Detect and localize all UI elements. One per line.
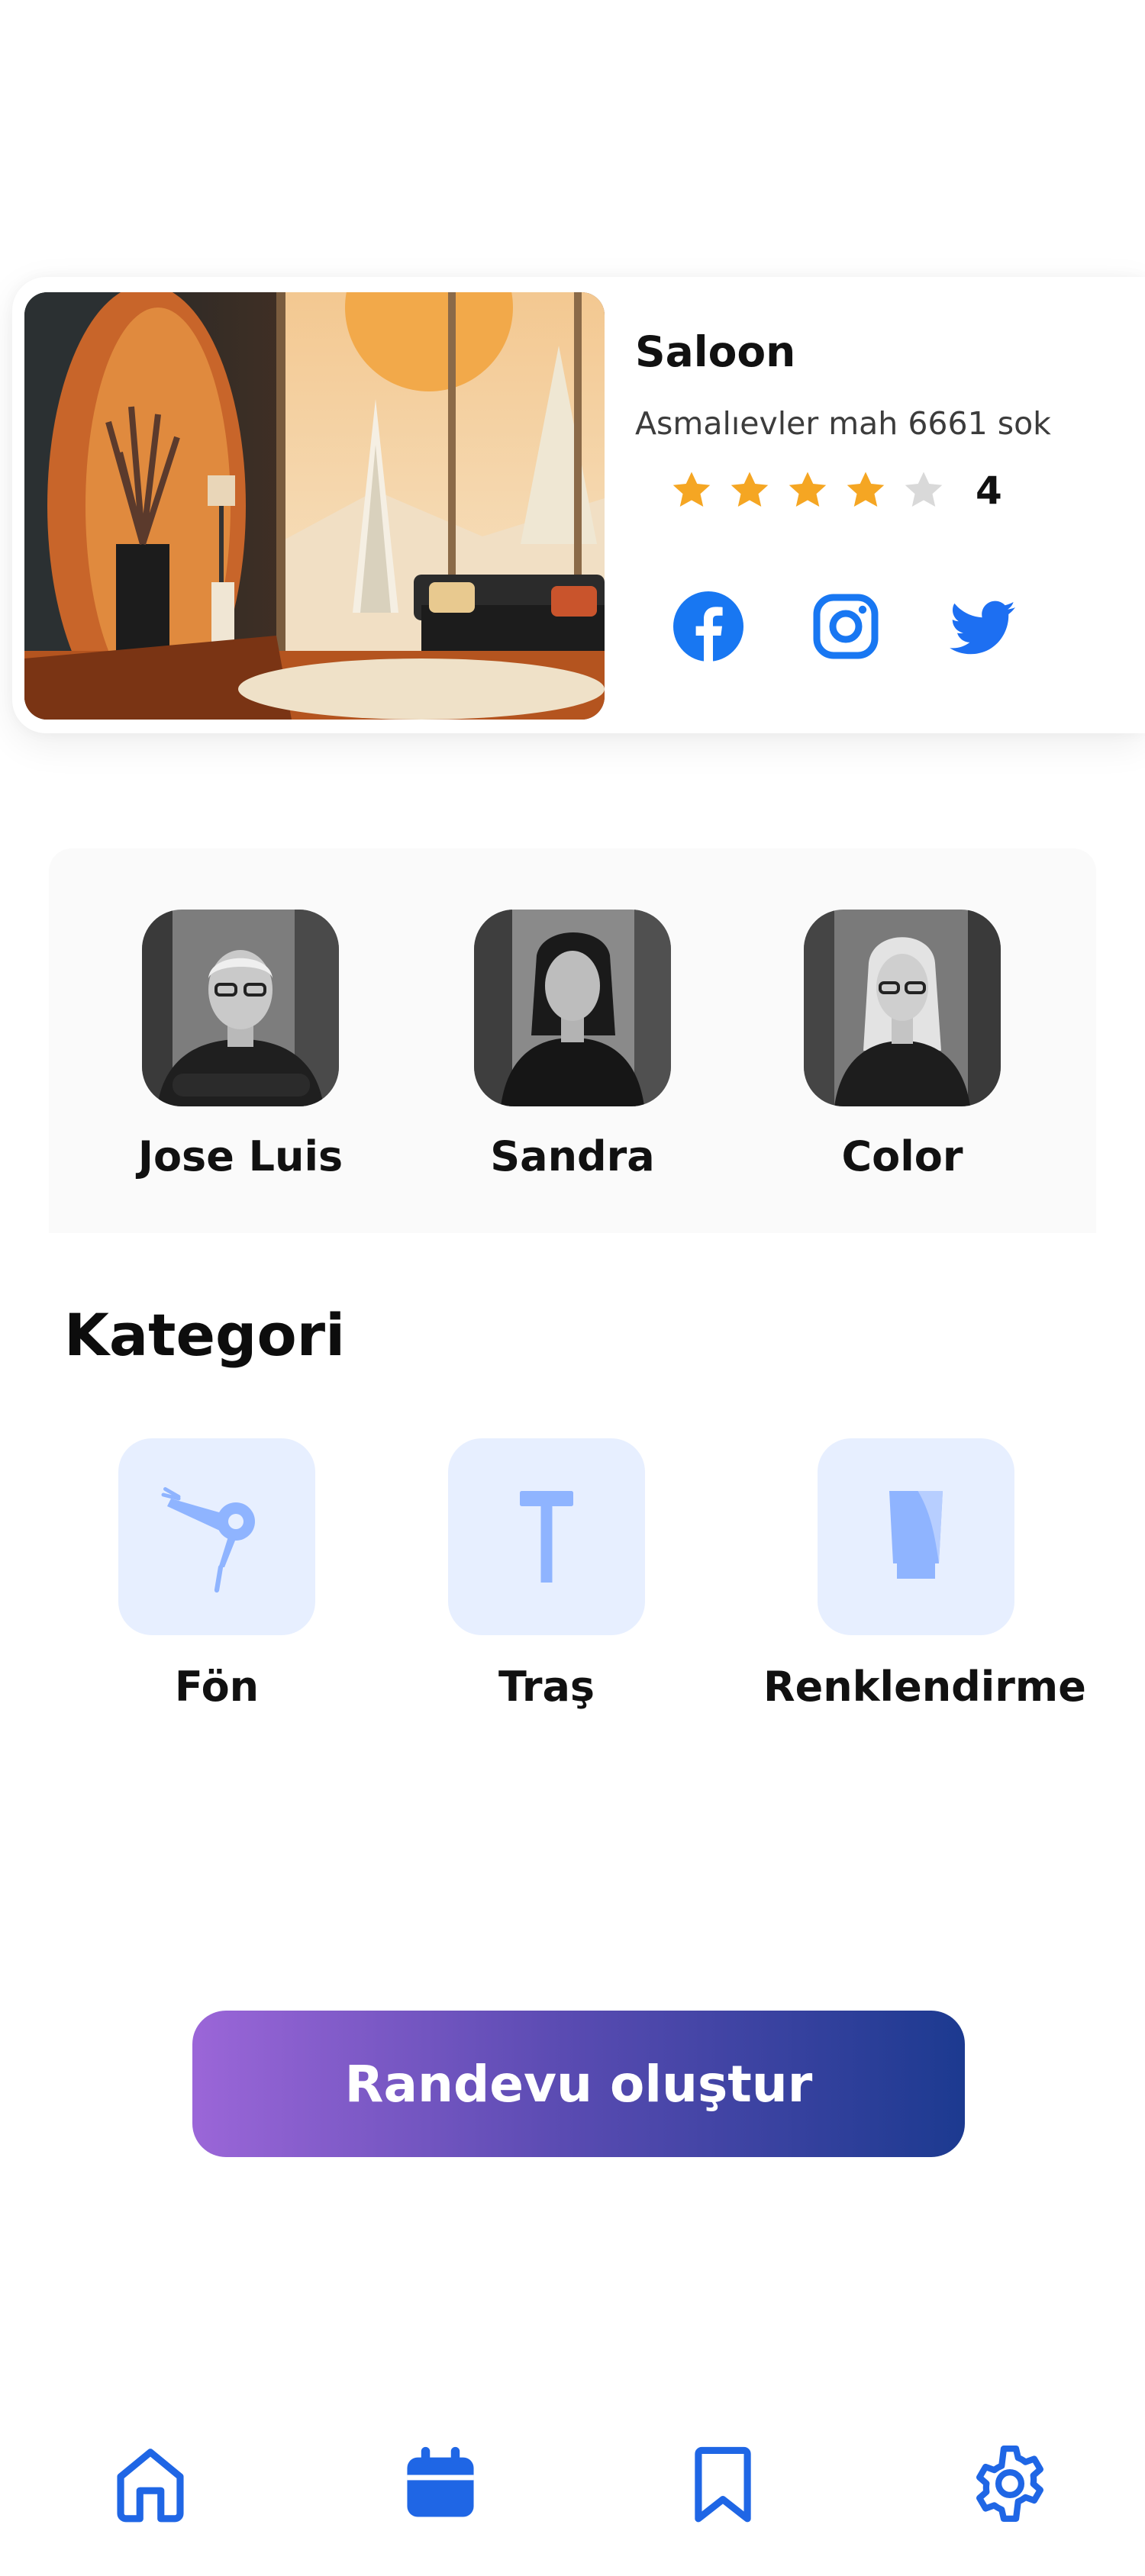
facebook-icon[interactable] — [672, 590, 745, 663]
category-renklendirme[interactable]: Renklendirme — [763, 1438, 1086, 1711]
nav-settings[interactable] — [968, 2442, 1052, 2526]
staff-card-color[interactable]: Color — [788, 910, 1017, 1180]
nav-home[interactable] — [108, 2442, 192, 2526]
category-tile — [818, 1438, 1014, 1635]
hair-color-tube-icon — [889, 1491, 943, 1579]
salon-card[interactable]: Saloon Asmalıevler mah 6661 sok 4 — [12, 277, 1145, 733]
bookmark-icon — [695, 2446, 751, 2523]
category-label: Fön — [174, 1663, 260, 1711]
star-filled-icon — [847, 472, 885, 507]
category-tras[interactable]: Traş — [394, 1438, 699, 1711]
staff-card-jose-luis[interactable]: Jose Luis — [126, 910, 355, 1180]
staff-avatar — [804, 910, 1001, 1106]
staff-avatar — [142, 910, 339, 1106]
star-filled-icon — [731, 472, 769, 507]
nav-bookmark[interactable] — [681, 2442, 765, 2526]
salon-interior-image — [24, 292, 605, 720]
nav-calendar[interactable] — [398, 2442, 482, 2526]
category-label: Traş — [498, 1663, 595, 1711]
salon-address: Asmalıevler mah 6661 sok — [635, 405, 1051, 442]
staff-name: Color — [841, 1132, 963, 1180]
staff-name: Jose Luis — [137, 1132, 344, 1180]
staff-card-sandra[interactable]: Sandra — [458, 910, 687, 1180]
staff-panel: Jose Luis Sandra Color — [49, 848, 1096, 1233]
staff-avatar — [474, 910, 671, 1106]
rating-row: 4 — [669, 468, 1002, 514]
hair-dryer-icon — [161, 1487, 255, 1593]
instagram-icon[interactable] — [809, 590, 882, 663]
star-empty-icon — [905, 472, 943, 507]
calendar-icon — [407, 2446, 474, 2517]
category-section-title: Kategori — [64, 1301, 346, 1369]
category-fon[interactable]: Fön — [64, 1438, 369, 1711]
social-links — [672, 590, 1020, 663]
bottom-nav — [0, 2442, 1145, 2549]
create-appointment-button[interactable]: Randevu oluştur — [192, 2011, 965, 2157]
rating-value: 4 — [976, 469, 1002, 513]
category-label: Renklendirme — [763, 1663, 1086, 1711]
razor-icon — [520, 1491, 573, 1583]
screen: Saloon Asmalıevler mah 6661 sok 4 Jose L… — [0, 0, 1145, 2576]
twitter-icon[interactable] — [947, 590, 1020, 663]
star-filled-icon — [789, 472, 827, 507]
category-tile — [118, 1438, 315, 1635]
star-filled-icon — [672, 472, 711, 507]
staff-name: Sandra — [490, 1132, 655, 1180]
category-tile — [448, 1438, 645, 1635]
home-icon — [117, 2449, 184, 2523]
settings-gear-icon — [976, 2446, 1043, 2522]
salon-name: Saloon — [635, 327, 796, 376]
